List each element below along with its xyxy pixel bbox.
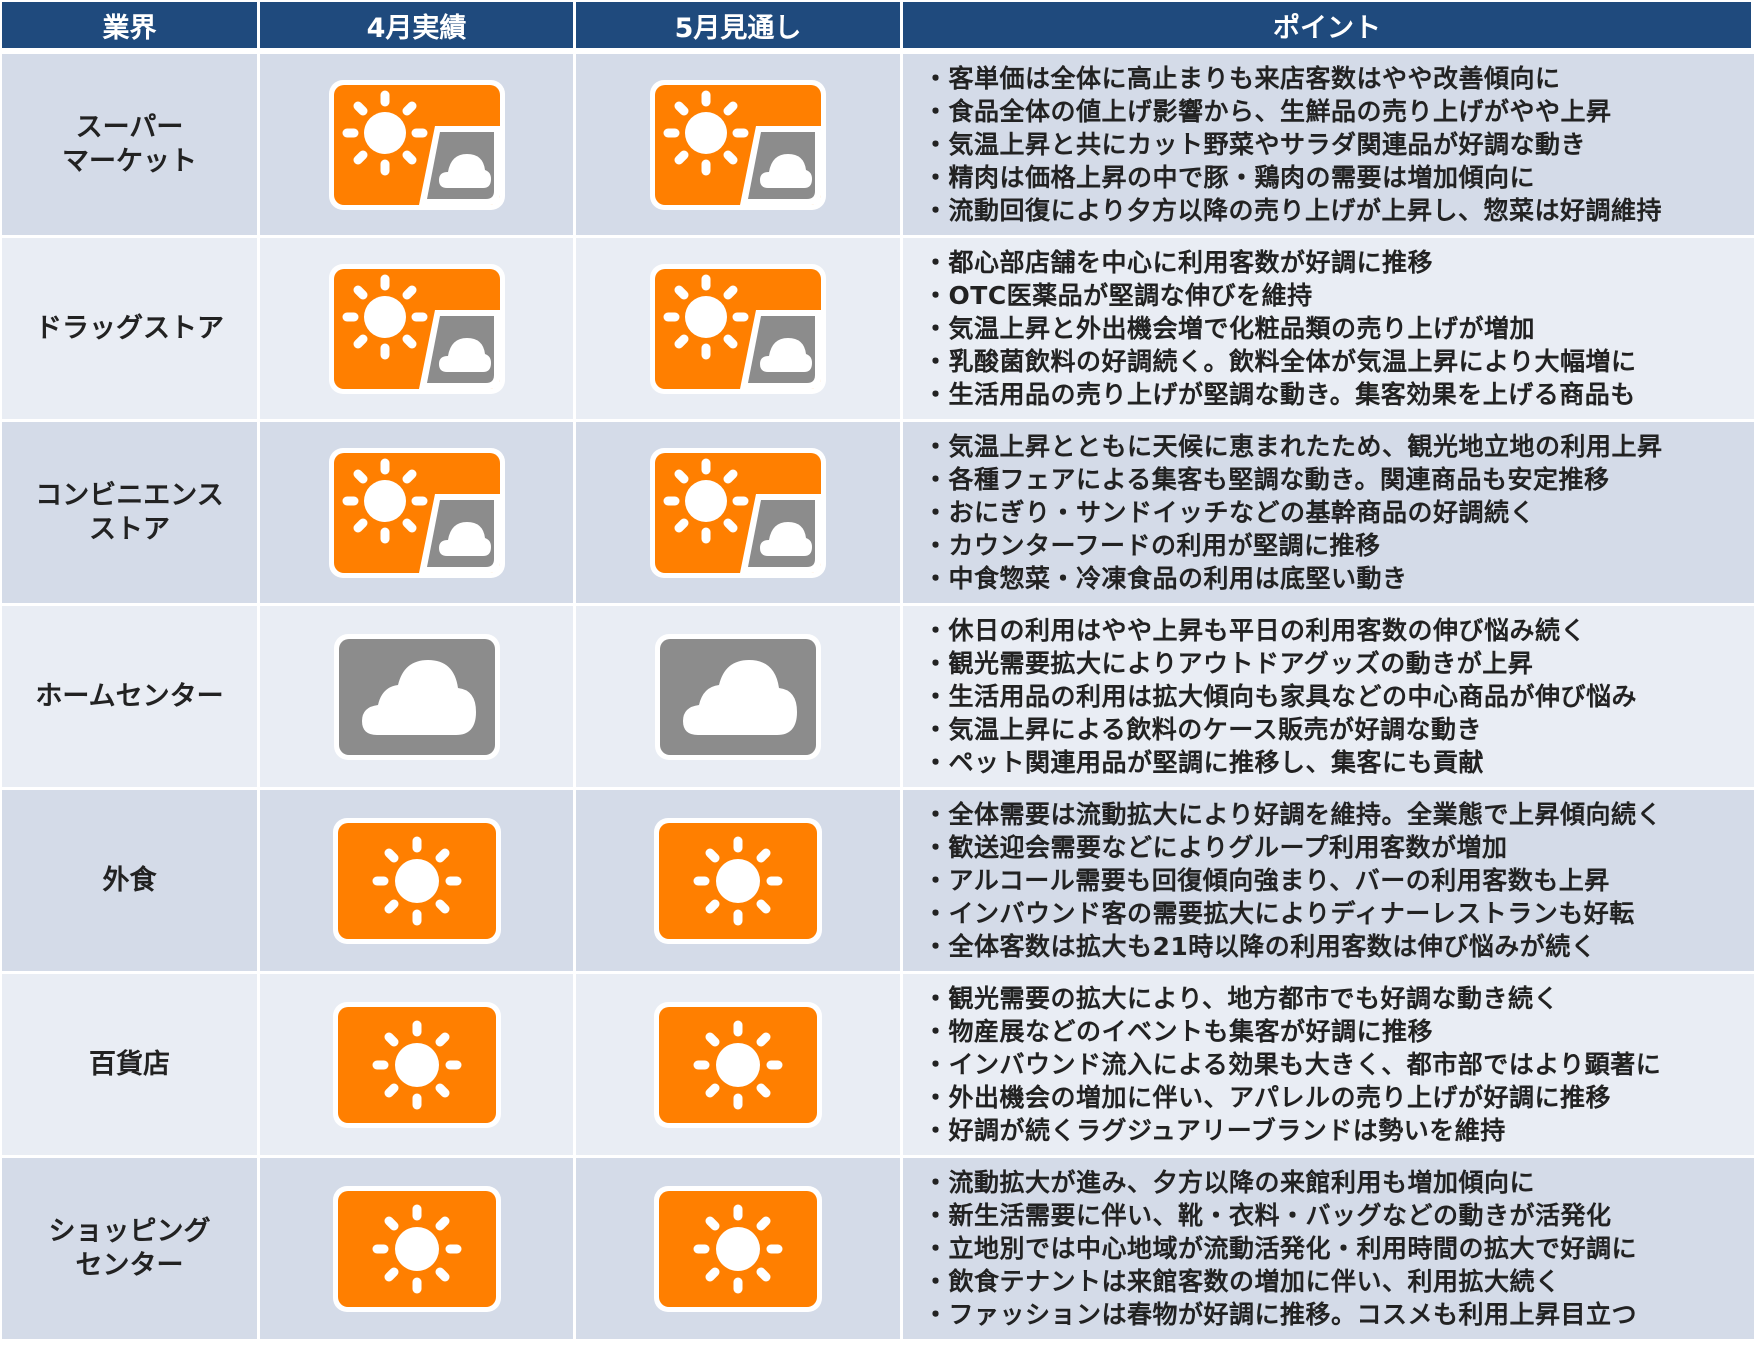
april-results-cell — [260, 54, 576, 238]
list-item: 気温上昇とともに天候に恵まれたため、観光地立地の利用上昇 — [923, 430, 1663, 463]
sunny-icon — [332, 1001, 501, 1128]
sunny-icon — [332, 817, 501, 944]
list-item: おにぎり・サンドイッチなどの基幹商品の好調続く — [923, 496, 1663, 529]
industry-label: コンビニエンス ストア — [35, 479, 224, 545]
sunny-icon — [332, 1185, 501, 1312]
header-april-results: 4月実績 — [260, 2, 576, 54]
may-outlook-cell — [576, 790, 903, 974]
industry-cell: 外食 — [2, 790, 260, 974]
points-cell: 客単価は全体に高止まりも来店客数はやや改善傾向に食品全体の値上げ影響から、生鮮品… — [903, 54, 1754, 238]
industry-cell: コンビニエンス ストア — [2, 422, 260, 606]
may-outlook-cell — [576, 1158, 903, 1342]
list-item: 好調が続くラグジュアリーブランドは勢いを維持 — [923, 1114, 1661, 1147]
sunny-partly-cloudy-icon — [328, 79, 505, 210]
may-outlook-cell — [576, 422, 903, 606]
list-item: OTC医薬品が堅調な伸びを維持 — [923, 279, 1637, 312]
list-item: 気温上昇と外出機会増で化粧品類の売り上げが増加 — [923, 312, 1637, 345]
industry-cell: ドラッグストア — [2, 238, 260, 422]
industry-label: ホームセンター — [35, 680, 224, 712]
list-item: 新生活需要に伴い、靴・衣料・バッグなどの動きが活発化 — [923, 1199, 1637, 1232]
list-item: 各種フェアによる集客も堅調な動き。関連商品も安定推移 — [923, 463, 1663, 496]
industry-cell: 百貨店 — [2, 974, 260, 1158]
sunny-icon — [654, 1185, 822, 1312]
header-industry: 業界 — [2, 2, 260, 54]
list-item: インバウンド流入による効果も大きく、都市部ではより顕著に — [923, 1048, 1661, 1081]
list-item: 観光需要の拡大により、地方都市でも好調な動き続く — [923, 982, 1661, 1015]
points-list: 流動拡大が進み、夕方以降の来館利用も増加傾向に新生活需要に伴い、靴・衣料・バッグ… — [923, 1166, 1637, 1331]
list-item: カウンターフードの利用が堅調に推移 — [923, 529, 1663, 562]
points-list: 客単価は全体に高止まりも来店客数はやや改善傾向に食品全体の値上げ影響から、生鮮品… — [923, 62, 1662, 227]
list-item: 歓送迎会需要などによりグループ利用客数が増加 — [923, 831, 1662, 864]
may-outlook-cell — [576, 974, 903, 1158]
list-item: 休日の利用はやや上昇も平日の利用客数の伸び悩み続く — [923, 614, 1637, 647]
points-cell: 全体需要は流動拡大により好調を維持。全業態で上昇傾向続く歓送迎会需要などによりグ… — [903, 790, 1754, 974]
sunny-partly-cloudy-icon — [328, 263, 505, 394]
industry-label: スーパー マーケット — [62, 111, 197, 177]
may-outlook-cell — [576, 238, 903, 422]
list-item: 立地別では中心地域が流動活発化・利用時間の拡大で好調に — [923, 1232, 1637, 1265]
list-item: 物産展などのイベントも集客が好調に推移 — [923, 1015, 1661, 1048]
list-item: アルコール需要も回復傾向強まり、バーの利用客数も上昇 — [923, 864, 1662, 897]
sunny-partly-cloudy-icon — [650, 263, 826, 394]
list-item: 客単価は全体に高止まりも来店客数はやや改善傾向に — [923, 62, 1662, 95]
list-item: ファッションは春物が好調に推移。コスメも利用上昇目立つ — [923, 1298, 1637, 1331]
points-cell: 休日の利用はやや上昇も平日の利用客数の伸び悩み続く観光需要拡大によりアウトドアグ… — [903, 606, 1754, 790]
list-item: 都心部店舗を中心に利用客数が好調に推移 — [923, 246, 1637, 279]
points-list: 観光需要の拡大により、地方都市でも好調な動き続く物産展などのイベントも集客が好調… — [923, 982, 1661, 1147]
sunny-partly-cloudy-icon — [328, 447, 505, 578]
list-item: 観光需要拡大によりアウトドアグッズの動きが上昇 — [923, 647, 1637, 680]
industry-cell: ショッピング センター — [2, 1158, 260, 1342]
sunny-partly-cloudy-icon — [650, 79, 826, 210]
may-outlook-cell — [576, 54, 903, 238]
list-item: 全体客数は拡大も21時以降の利用客数は伸び悩みが続く — [923, 930, 1662, 963]
list-item: 生活用品の売り上げが堅調な動き。集客効果を上げる商品も — [923, 378, 1637, 411]
points-cell: 気温上昇とともに天候に恵まれたため、観光地立地の利用上昇各種フェアによる集客も堅… — [903, 422, 1754, 606]
points-list: 休日の利用はやや上昇も平日の利用客数の伸び悩み続く観光需要拡大によりアウトドアグ… — [923, 614, 1637, 779]
sunny-partly-cloudy-icon — [650, 447, 826, 578]
list-item: インバウンド客の需要拡大によりディナーレストランも好転 — [923, 897, 1662, 930]
forecast-table: 業界 4月実績 5月見通し ポイント スーパー マーケット ・ 客単価は全体に高… — [2, 2, 1754, 1342]
sunny-icon — [654, 817, 822, 944]
april-results-cell — [260, 1158, 576, 1342]
points-list: 気温上昇とともに天候に恵まれたため、観光地立地の利用上昇各種フェアによる集客も堅… — [923, 430, 1663, 595]
list-item: 生活用品の利用は拡大傾向も家具などの中心商品が伸び悩み — [923, 680, 1637, 713]
april-results-cell — [260, 606, 576, 790]
list-item: 飲食テナントは来館客数の増加に伴い、利用拡大続く — [923, 1265, 1637, 1298]
industry-label: ショッピング センター — [48, 1215, 211, 1281]
cloudy-icon — [655, 633, 821, 760]
list-item: 流動回復により夕方以降の売り上げが上昇し、惣菜は好調維持 — [923, 194, 1662, 227]
list-item: 精肉は価格上昇の中で豚・鶏肉の需要は増加傾向に — [923, 161, 1662, 194]
list-item: 気温上昇と共にカット野菜やサラダ関連品が好調な動き — [923, 128, 1662, 161]
header-may-outlook: 5月見通し — [576, 2, 903, 54]
list-item: 流動拡大が進み、夕方以降の来館利用も増加傾向に — [923, 1166, 1637, 1199]
industry-label: 外食 — [102, 864, 157, 896]
cloudy-icon — [333, 633, 500, 760]
april-results-cell — [260, 238, 576, 422]
april-results-cell — [260, 974, 576, 1158]
points-cell: 流動拡大が進み、夕方以降の来館利用も増加傾向に新生活需要に伴い、靴・衣料・バッグ… — [903, 1158, 1754, 1342]
list-item: 気温上昇による飲料のケース販売が好調な動き — [923, 713, 1637, 746]
points-cell: 都心部店舗を中心に利用客数が好調に推移OTC医薬品が堅調な伸びを維持気温上昇と外… — [903, 238, 1754, 422]
april-results-cell — [260, 790, 576, 974]
industry-cell: スーパー マーケット — [2, 54, 260, 238]
list-item: 全体需要は流動拡大により好調を維持。全業態で上昇傾向続く — [923, 798, 1662, 831]
list-item: 食品全体の値上げ影響から、生鮮品の売り上げがやや上昇 — [923, 95, 1662, 128]
industry-label: ドラッグストア — [35, 312, 224, 344]
industry-cell: ホームセンター — [2, 606, 260, 790]
sunny-icon — [654, 1001, 822, 1128]
header-points: ポイント — [903, 2, 1754, 54]
list-item: 外出機会の増加に伴い、アパレルの売り上げが好調に推移 — [923, 1081, 1661, 1114]
may-outlook-cell — [576, 606, 903, 790]
points-list: 全体需要は流動拡大により好調を維持。全業態で上昇傾向続く歓送迎会需要などによりグ… — [923, 798, 1662, 963]
list-item: 中食惣菜・冷凍食品の利用は底堅い動き — [923, 562, 1663, 595]
industry-label: 百貨店 — [89, 1048, 170, 1080]
april-results-cell — [260, 422, 576, 606]
list-item: 乳酸菌飲料の好調続く。飲料全体が気温上昇により大幅増に — [923, 345, 1637, 378]
points-list: 都心部店舗を中心に利用客数が好調に推移OTC医薬品が堅調な伸びを維持気温上昇と外… — [923, 246, 1637, 411]
list-item: ペット関連用品が堅調に推移し、集客にも貢献 — [923, 746, 1637, 779]
points-cell: 観光需要の拡大により、地方都市でも好調な動き続く物産展などのイベントも集客が好調… — [903, 974, 1754, 1158]
